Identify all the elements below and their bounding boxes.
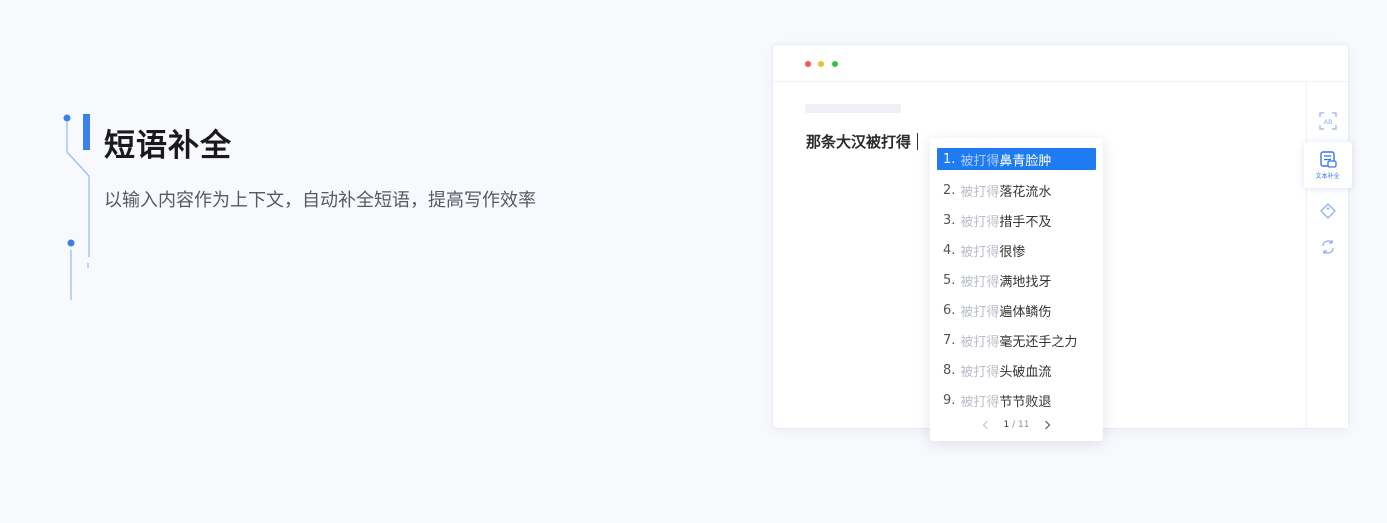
suggestion-text: 遍体鳞伤 [999,304,1052,320]
suggestion-text: 满地找牙 [999,274,1052,290]
tool-text-complete-button[interactable]: 文本补全 [1303,142,1352,188]
tool-ab-button[interactable]: AB [1317,110,1339,132]
editor-text-content: 那条大汉被打得 [806,133,912,151]
suggestion-number: 2. [943,182,956,198]
window-close-dot[interactable] [805,61,811,67]
page-current: 1 [1003,420,1010,430]
tool-text-complete-label: 文本补全 [1315,172,1340,180]
suggestion-prefix: 被打得 [960,153,1000,169]
suggestion-number: 4. [943,242,956,258]
suggestion-prefix: 被打得 [960,364,1000,380]
suggestion-item-5[interactable]: 5. 被打得 满地找牙 [937,269,1096,291]
svg-text:AB: AB [1323,118,1332,126]
suggestion-item-7[interactable]: 7. 被打得 毫无还手之力 [937,329,1096,351]
suggestion-text: 毫无还手之力 [999,334,1078,350]
suggestion-number: 3. [943,212,956,228]
window-titlebar [773,45,1348,82]
ab-icon: AB [1318,112,1337,130]
suggestion-number: 6. [943,302,956,318]
suggestion-text: 节节败退 [999,394,1052,410]
suggestion-prefix: 被打得 [960,244,1000,260]
editor-input-text[interactable]: 那条大汉被打得 [806,131,919,152]
suggestion-pagination: 1 / 11 [930,417,1103,433]
suggestion-text: 措手不及 [999,214,1052,230]
deco-dot-bottom [67,239,75,247]
chevron-left-icon [982,420,988,430]
refresh-icon [1321,240,1334,254]
suggestion-item-2[interactable]: 2. 被打得 落花流水 [937,179,1096,201]
suggestion-text: 头破血流 [999,364,1052,380]
suggestion-prefix: 被打得 [960,274,1000,290]
suggestion-text: 落花流水 [999,184,1052,200]
window-maximize-dot[interactable] [832,61,838,67]
suggestion-prefix: 被打得 [960,184,1000,200]
page-indicator: 1 / 11 [1004,420,1030,430]
feature-title: 短语补全 [104,128,232,164]
suggestion-prefix: 被打得 [960,394,1000,410]
tag-icon [1319,203,1336,219]
next-page-button[interactable] [1041,419,1053,431]
tool-tag-button[interactable] [1317,200,1339,222]
suggestion-prefix: 被打得 [960,334,1000,350]
suggestion-text: 很惨 [999,244,1026,260]
tool-rail: AB 文本补全 [1303,82,1352,428]
text-caret [917,133,919,150]
editor-placeholder-bar [805,104,901,113]
text-complete-icon [1319,150,1337,168]
suggestion-number: 8. [943,362,956,378]
suggestion-prefix: 被打得 [960,214,1000,230]
suggestion-item-8[interactable]: 8. 被打得 头破血流 [937,359,1096,381]
suggestion-item-4[interactable]: 4. 被打得 很惨 [937,239,1096,261]
suggestion-number: 1. [943,151,956,167]
tool-refresh-button[interactable] [1317,236,1339,258]
chevron-right-icon [1045,420,1051,430]
suggestion-number: 7. [943,332,956,348]
window-minimize-dot[interactable] [818,61,824,67]
deco-dot-top [63,114,71,122]
suggestion-number: 5. [943,272,956,288]
suggestion-item-1[interactable]: 1. 被打得 鼻青脸肿 [937,148,1096,170]
suggestion-item-9[interactable]: 9. 被打得 节节败退 [937,389,1096,411]
suggestion-number: 9. [943,392,956,408]
suggestion-dropdown: 1. 被打得 鼻青脸肿 2. 被打得 落花流水 3. 被打得 措手不及 4. 被打得 很惨 5.… [930,138,1103,441]
decorative-circuit-lines [63,114,90,300]
suggestion-item-3[interactable]: 3. 被打得 措手不及 [937,209,1096,231]
feature-description: 以输入内容作为上下文，自动补全短语，提高写作效率 [104,190,536,211]
suggestion-item-6[interactable]: 6. 被打得 遍体鳞伤 [937,299,1096,321]
deco-accent-bar [83,114,90,150]
prev-page-button[interactable] [980,419,992,431]
page-separator: / [1012,420,1016,430]
page-total: 11 [1018,420,1030,430]
suggestion-prefix: 被打得 [960,304,1000,320]
suggestion-text: 鼻青脸肿 [999,153,1052,169]
